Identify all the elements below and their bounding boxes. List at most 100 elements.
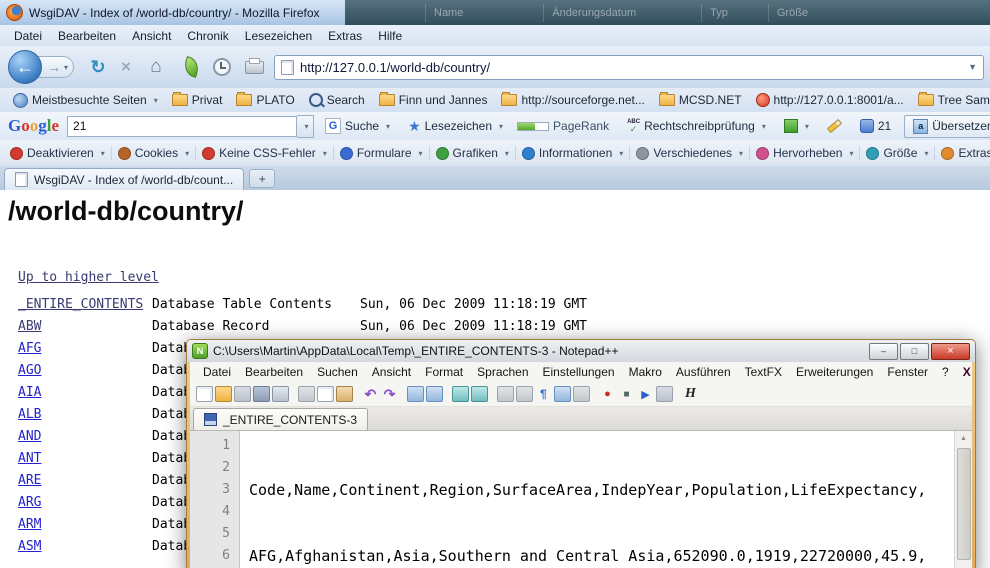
google-search-dropdown[interactable]: ▾: [297, 115, 314, 138]
maximize-button[interactable]: □: [900, 343, 929, 360]
npp-menu-sprachen[interactable]: Sprachen: [470, 363, 535, 381]
webdev-extras[interactable]: Extras▾: [935, 146, 990, 160]
npp-menu-textfx[interactable]: TextFX: [738, 363, 789, 381]
code-text[interactable]: Code,Name,Continent,Region,SurfaceArea,I…: [240, 431, 972, 568]
webdev-grafiken[interactable]: Grafiken▾: [430, 146, 516, 160]
scrollbar-thumb[interactable]: [957, 448, 971, 560]
webdev-informationen[interactable]: Informationen▾: [516, 146, 630, 160]
bookmark-meistbesuchte-seiten[interactable]: Meistbesuchte Seiten▾: [6, 93, 165, 108]
record-link-asm[interactable]: ASM: [18, 539, 41, 554]
play-macro-icon[interactable]: ▶: [637, 386, 654, 402]
google-bookmarks-button[interactable]: ★Lesezeichen▾: [401, 116, 510, 137]
bookmark-tree-samples[interactable]: Tree Samples: [911, 93, 990, 107]
menu-hilfe[interactable]: Hilfe: [370, 27, 410, 45]
editor-area[interactable]: 1 2 3 4 5 6 Code,Name,Continent,Region,S…: [190, 431, 972, 568]
entire-contents-link[interactable]: _ENTIRE_CONTENTS: [18, 297, 143, 312]
autofill-button[interactable]: ▾: [777, 117, 816, 135]
menu-extras[interactable]: Extras: [320, 27, 370, 45]
redo-icon[interactable]: ↷: [381, 386, 398, 402]
record-link-are[interactable]: ARE: [18, 473, 41, 488]
save-macro-icon[interactable]: [656, 386, 673, 402]
google-search-button[interactable]: GSuche▾: [318, 116, 397, 136]
npp-menu-help[interactable]: ?: [935, 363, 956, 381]
close-button[interactable]: ×: [931, 343, 970, 360]
zoom-out-icon[interactable]: [471, 386, 488, 402]
webdev-groesse[interactable]: Größe▾: [860, 146, 935, 160]
reload-button[interactable]: ↻: [86, 55, 110, 79]
bookmark-finn-und-jannes[interactable]: Finn und Jannes: [372, 93, 495, 107]
indent-guide-icon[interactable]: [573, 386, 590, 402]
print-icon[interactable]: [272, 386, 289, 402]
paste-icon[interactable]: [336, 386, 353, 402]
back-button[interactable]: ←: [8, 50, 42, 84]
url-bar[interactable]: http://127.0.0.1/world-db/country/ ▼: [274, 55, 984, 80]
npp-menu-einstellungen[interactable]: Einstellungen: [536, 363, 622, 381]
npp-menu-erweiterungen[interactable]: Erweiterungen: [789, 363, 880, 381]
html-preview-icon[interactable]: H: [682, 386, 699, 402]
vertical-scrollbar[interactable]: ▲: [954, 431, 972, 568]
npp-menu-fenster[interactable]: Fenster: [880, 363, 935, 381]
webdev-formulare[interactable]: Formulare▾: [334, 146, 430, 160]
record-link-arg[interactable]: ARG: [18, 495, 41, 510]
copy-icon[interactable]: [317, 386, 334, 402]
record-link-ant[interactable]: ANT: [18, 451, 41, 466]
new-file-icon[interactable]: [196, 386, 213, 402]
bookmark-sourceforge[interactable]: http://sourceforge.net...: [494, 93, 651, 107]
scroll-up-icon[interactable]: ▲: [960, 431, 967, 445]
record-macro-icon[interactable]: ●: [599, 386, 616, 402]
document-tab[interactable]: _ENTIRE_CONTENTS-3: [193, 408, 368, 430]
clock-extension-button[interactable]: [213, 58, 231, 76]
bookmark-plato[interactable]: PLATO: [229, 93, 301, 107]
record-link-afg[interactable]: AFG: [18, 341, 41, 356]
webdev-cookies[interactable]: Cookies▾: [112, 146, 196, 160]
npp-menu-close-document[interactable]: X: [956, 363, 972, 381]
npp-menu-ausfuehren[interactable]: Ausführen: [669, 363, 738, 381]
menu-datei[interactable]: Datei: [6, 27, 50, 45]
webdev-css[interactable]: Keine CSS-Fehler▾: [196, 146, 334, 160]
record-link-aia[interactable]: AIA: [18, 385, 41, 400]
bookmark-search[interactable]: Search: [302, 93, 372, 107]
show-all-characters-icon[interactable]: [554, 386, 571, 402]
home-button[interactable]: ⌂: [144, 55, 168, 79]
webdev-deaktivieren[interactable]: Deaktivieren▾: [4, 146, 112, 160]
up-to-higher-level-link[interactable]: Up to higher level: [18, 270, 159, 285]
record-link-alb[interactable]: ALB: [18, 407, 41, 422]
new-tab-button[interactable]: +: [249, 169, 275, 188]
npp-menu-datei[interactable]: Datei: [196, 363, 238, 381]
replace-icon[interactable]: [426, 386, 443, 402]
bookmark-privat[interactable]: Privat: [165, 93, 230, 107]
menu-lesezeichen[interactable]: Lesezeichen: [237, 27, 320, 45]
npp-menu-suchen[interactable]: Suchen: [310, 363, 365, 381]
bookmark-mcsd-net[interactable]: MCSD.NET: [652, 93, 749, 107]
record-link-ago[interactable]: AGO: [18, 363, 41, 378]
stop-macro-icon[interactable]: ■: [618, 386, 635, 402]
bookmark-localhost-8001[interactable]: http://127.0.0.1:8001/a...: [749, 93, 911, 107]
google-search-input[interactable]: 21: [67, 116, 297, 137]
edit-button[interactable]: [816, 121, 853, 131]
translate-button[interactable]: aÜbersetzen▾: [904, 115, 990, 138]
history-dropdown-icon[interactable]: ▾: [64, 63, 68, 72]
menu-chronik[interactable]: Chronik: [179, 27, 236, 45]
record-link-and[interactable]: AND: [18, 429, 41, 444]
sync-horizontal-icon[interactable]: [516, 386, 533, 402]
save-icon[interactable]: [234, 386, 251, 402]
green-feather-extension-button[interactable]: [182, 56, 202, 78]
spellcheck-button[interactable]: ABC✓ Rechtschreibprüfung▾: [620, 117, 773, 136]
url-input[interactable]: http://127.0.0.1/world-db/country/: [300, 60, 968, 75]
notepad-titlebar[interactable]: N C:\Users\Martin\AppData\Local\Temp\_EN…: [187, 340, 975, 362]
menu-bearbeiten[interactable]: Bearbeiten: [50, 27, 124, 45]
minimize-button[interactable]: –: [869, 343, 898, 360]
record-link-arm[interactable]: ARM: [18, 517, 41, 532]
print-button[interactable]: [245, 61, 264, 74]
zoom-in-icon[interactable]: [452, 386, 469, 402]
npp-menu-ansicht[interactable]: Ansicht: [365, 363, 418, 381]
menu-ansicht[interactable]: Ansicht: [124, 27, 179, 45]
word-wrap-icon[interactable]: ¶: [535, 386, 552, 402]
npp-menu-makro[interactable]: Makro: [622, 363, 669, 381]
open-file-icon[interactable]: [215, 386, 232, 402]
pagerank-widget[interactable]: PageRank: [510, 117, 616, 135]
save-all-icon[interactable]: [253, 386, 270, 402]
tab-wsgidav[interactable]: WsgiDAV - Index of /world-db/count...: [4, 168, 244, 190]
webdev-hervorheben[interactable]: Hervorheben▾: [750, 146, 860, 160]
find-icon[interactable]: [407, 386, 424, 402]
